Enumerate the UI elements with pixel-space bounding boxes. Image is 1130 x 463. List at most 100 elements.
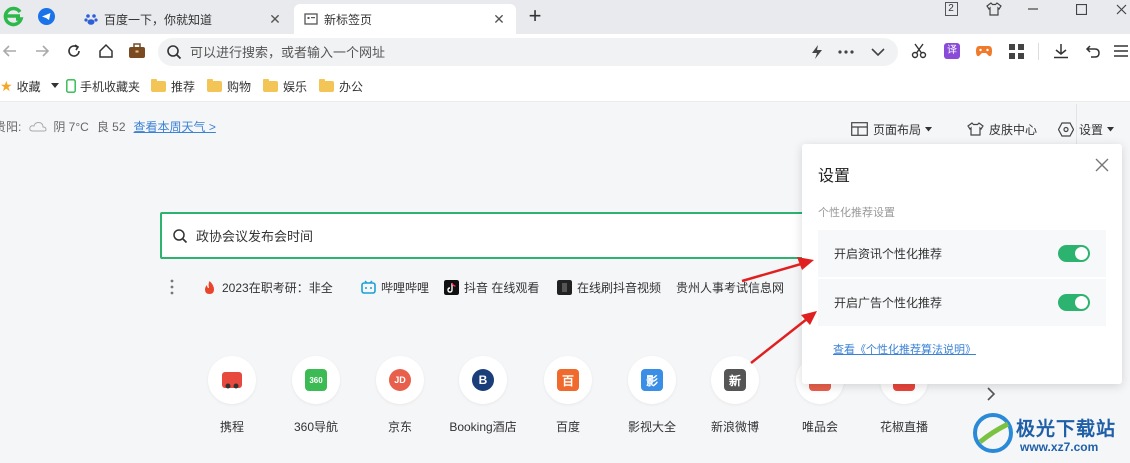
hot-link[interactable]: 哔哩哔哩	[361, 278, 429, 296]
gamepad-icon[interactable]	[975, 42, 993, 60]
site-tile[interactable]: JD 京东	[360, 356, 440, 435]
bookmark-folder[interactable]: 娱乐	[263, 77, 307, 95]
browser-logo-icon[interactable]	[2, 5, 24, 27]
fire-icon	[205, 280, 214, 294]
caret-down-icon	[925, 126, 933, 131]
hot-link[interactable]: 2023在职考研：非全	[202, 278, 333, 296]
briefcase-icon[interactable]	[127, 41, 147, 61]
layout-icon	[851, 122, 868, 136]
weather-widget: 贵阳: 阴 7°C 良 52 查看本周天气 >	[0, 118, 216, 134]
site-tile[interactable]: 携程	[192, 356, 272, 435]
cloud-icon	[29, 121, 47, 131]
scissors-icon[interactable]	[910, 42, 928, 60]
bookmark-folder[interactable]: 推荐	[151, 77, 195, 95]
bookmark-folder[interactable]: 购物	[207, 77, 251, 95]
home-icon[interactable]	[96, 41, 116, 61]
more-dots-icon[interactable]	[838, 50, 854, 54]
newtab-page-icon	[304, 13, 318, 25]
folder-icon	[319, 78, 334, 92]
main-search-box[interactable]	[160, 212, 820, 259]
minimize-icon[interactable]	[1024, 0, 1042, 18]
caret-down-icon	[50, 83, 59, 88]
ads-personalization-row: 开启广告个性化推荐	[818, 279, 1106, 326]
panel-title: 设置	[818, 168, 851, 185]
back-arrow-icon[interactable]	[0, 41, 20, 61]
download-icon[interactable]	[1052, 42, 1070, 60]
folder-icon	[151, 78, 166, 92]
site-tile[interactable]: 百 百度	[528, 356, 608, 435]
chevron-down-icon[interactable]	[871, 47, 885, 57]
watermark: 极光下载站 www.xz7.com	[968, 408, 1128, 460]
news-personalization-toggle[interactable]	[1058, 245, 1090, 262]
maximize-icon[interactable]	[1072, 0, 1090, 18]
settings-button[interactable]: 设置	[1058, 120, 1115, 138]
site-tile[interactable]: 影 影视大全	[612, 356, 692, 435]
hot-link[interactable]: 贵州人事考试信息网	[676, 278, 784, 296]
site-tile[interactable]: 新 新浪微博	[695, 356, 775, 435]
translate-icon[interactable]: 译	[943, 42, 961, 60]
star-icon: ★	[0, 77, 13, 94]
tab-close-icon[interactable]: ✕	[492, 12, 506, 26]
site-tile[interactable]: 360 360导航	[276, 356, 356, 435]
tab-newtab[interactable]: 新标签页 ✕	[294, 4, 516, 34]
settings-hexagon-icon	[1058, 121, 1074, 137]
ctrip-icon	[208, 356, 256, 404]
page-layout-button[interactable]: 页面布局	[851, 120, 933, 138]
bookmark-mobile[interactable]: 手机收藏夹	[66, 77, 140, 95]
close-icon[interactable]	[1094, 157, 1110, 173]
booking-icon: B	[472, 369, 494, 391]
tab-label: 百度一下，你就知道	[104, 12, 213, 27]
apps-grid-icon[interactable]	[1007, 42, 1025, 60]
lightning-icon[interactable]	[810, 44, 824, 60]
forward-arrow-icon[interactable]	[32, 41, 52, 61]
tab-bar: 百度一下，你就知道 ✕ 新标签页 ✕ + 2	[0, 0, 1130, 34]
tab-close-icon[interactable]: ✕	[268, 12, 282, 26]
main-search-input[interactable]	[196, 226, 756, 246]
tab-label: 新标签页	[324, 12, 373, 27]
close-window-icon[interactable]	[1112, 0, 1130, 18]
ads-personalization-toggle[interactable]	[1058, 294, 1090, 311]
chevron-right-icon[interactable]	[985, 386, 997, 402]
algorithm-explanation-link[interactable]: 查看《个性化推荐算法说明》	[833, 341, 976, 357]
bilibili-icon	[361, 280, 376, 294]
toolbar-divider	[1038, 43, 1039, 60]
baidu-paw-icon	[84, 14, 98, 25]
address-bar[interactable]	[158, 38, 898, 66]
site-tile[interactable]: B Booking酒店	[443, 356, 523, 435]
weather-city: 贵阳:	[0, 119, 22, 134]
pinned-tab-icon[interactable]	[38, 8, 55, 25]
hot-link[interactable]: 抖音 在线观看	[444, 278, 539, 296]
news-personalization-row: 开启资讯个性化推荐	[818, 230, 1106, 277]
address-input[interactable]	[190, 42, 790, 62]
tab-baidu[interactable]: 百度一下，你就知道 ✕	[74, 4, 292, 34]
menu-icon[interactable]	[1112, 42, 1130, 60]
search-icon	[173, 229, 188, 244]
weather-condition: 阴 7°C	[53, 119, 89, 134]
hot-link[interactable]: 在线刷抖音视频	[557, 278, 661, 296]
new-tab-button[interactable]: +	[524, 5, 546, 28]
douyin-icon	[444, 279, 459, 295]
search-icon	[167, 45, 182, 60]
more-vertical-icon[interactable]	[170, 279, 174, 295]
jd-icon: JD	[389, 369, 411, 391]
nav360-icon: 360	[305, 369, 327, 391]
navigation-toolbar: 译	[0, 34, 1130, 69]
air-quality: 良 52	[96, 119, 126, 134]
video-encyclopedia-icon: 影	[641, 369, 663, 391]
skin-shirt-icon[interactable]	[985, 0, 1003, 18]
folder-icon	[263, 78, 278, 92]
bookmarks-bar: ★ 收藏 手机收藏夹 推荐 购物 娱乐 办公	[0, 69, 1130, 102]
bookmark-folder[interactable]: 办公	[319, 77, 363, 95]
skin-center-button[interactable]: 皮肤中心	[967, 120, 1037, 138]
weibo-icon: 新	[724, 369, 746, 391]
section-title: 个性化推荐设置	[818, 207, 895, 219]
weather-week-link[interactable]: 查看本周天气 >	[134, 118, 216, 135]
settings-panel: 设置 个性化推荐设置 开启资讯个性化推荐 开启广告个性化推荐 查看《个性化推荐算…	[802, 144, 1122, 384]
video-app-icon	[557, 279, 572, 295]
undo-icon[interactable]	[1084, 42, 1102, 60]
caret-down-icon	[1107, 126, 1115, 131]
bookmark-favorites[interactable]: ★ 收藏	[0, 77, 59, 95]
refresh-icon[interactable]	[64, 41, 84, 61]
folder-icon	[207, 78, 222, 92]
profile-count-badge[interactable]: 2	[944, 0, 958, 18]
